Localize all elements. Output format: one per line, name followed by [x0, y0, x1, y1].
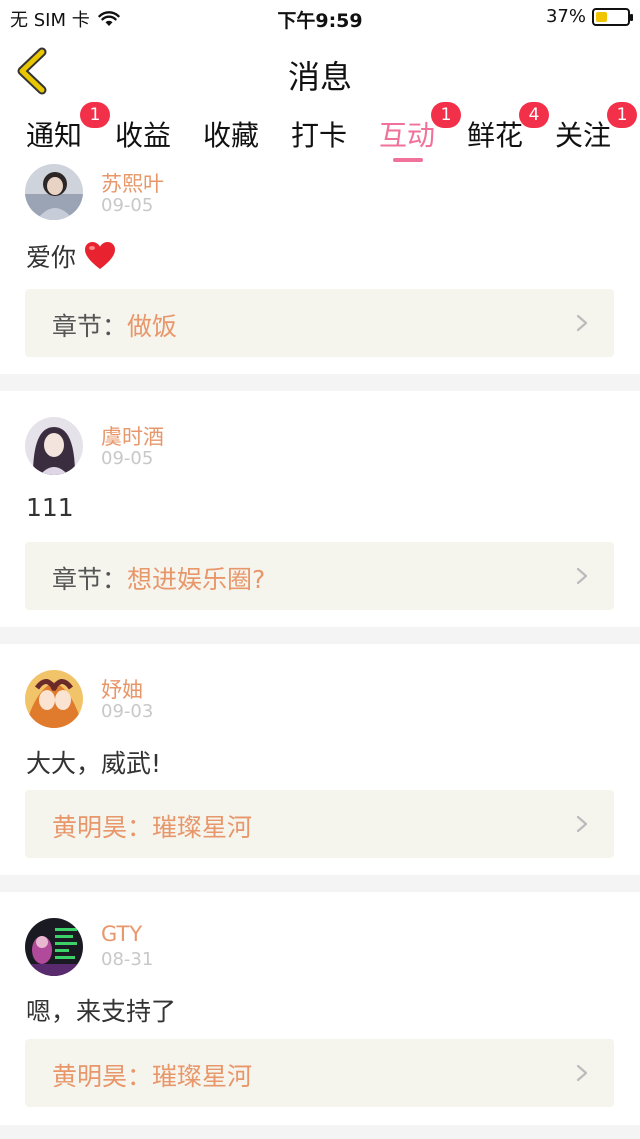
message-date: 09-05 [101, 195, 154, 216]
message-card: 苏熙叶 09-05 爱你 章节：做饭 [0, 164, 640, 374]
avatar[interactable] [25, 918, 83, 976]
message-date: 08-31 [101, 949, 154, 970]
message-body: 嗯，来支持了 [26, 997, 177, 1026]
message-card: GTY 08-31 嗯，来支持了 黄明昊：璀璨星河 [0, 892, 640, 1125]
message-body: 爱你 [26, 243, 77, 272]
ref-prefix: 章节： [52, 312, 128, 341]
message-card: 虞时酒 09-05 111 章节：想进娱乐圈? [0, 391, 640, 627]
message-text: 嗯，来支持了 [26, 992, 176, 1028]
ref-title: 想进娱乐圈? [127, 565, 266, 594]
ref-prefix: 黄明昊： [52, 1062, 153, 1091]
badge-count: 1 [431, 102, 461, 128]
message-text: 111 [26, 493, 74, 522]
tab-earnings[interactable]: 收益 [115, 114, 171, 154]
ref-title: 璀璨星河 [152, 813, 253, 842]
tab-label: 通知 [26, 119, 83, 152]
tab-label: 鲜花 [467, 119, 524, 152]
tab-checkin[interactable]: 打卡 [291, 114, 347, 154]
ref-text: 黄明昊：璀璨星河 [52, 1057, 252, 1093]
ref-text: 章节：想进娱乐圈? [52, 560, 265, 596]
tab-label: 打卡 [291, 119, 348, 152]
ref-title: 做饭 [127, 312, 178, 341]
tab-label: 关注 [555, 119, 612, 152]
active-tab-indicator [393, 158, 423, 162]
chevron-right-icon [576, 567, 588, 585]
ref-text: 黄明昊：璀璨星河 [52, 808, 252, 844]
back-button[interactable] [14, 46, 54, 96]
battery-icon [592, 7, 633, 26]
badge-count: 4 [519, 102, 549, 128]
chevron-left-icon [17, 47, 47, 95]
ref-prefix: 章节： [52, 565, 128, 594]
battery-percent: 37% [545, 6, 586, 27]
status-time: 下午9:59 [277, 10, 363, 32]
badge-count: 1 [607, 102, 637, 128]
chapter-link[interactable]: 章节：想进娱乐圈? [25, 542, 614, 610]
chapter-link[interactable]: 章节：做饭 [25, 289, 614, 357]
message-card: 妤妯 09-03 大大，威武! 黄明昊：璀璨星河 [0, 644, 640, 875]
tab-interactions[interactable]: 互动 1 [379, 102, 461, 162]
tab-label: 收益 [115, 119, 172, 152]
chevron-right-icon [576, 1064, 588, 1082]
avatar[interactable] [25, 670, 83, 728]
avatar[interactable] [25, 164, 83, 220]
message-text: 大大，威武! [26, 744, 161, 780]
battery-fill [596, 11, 608, 22]
message-date: 09-05 [101, 448, 154, 469]
avatar[interactable] [25, 417, 83, 475]
tab-bar: 通知 1 收益 收藏 打卡 互动 1 鲜花 4 关注 1 [0, 102, 640, 164]
ref-text: 章节：做饭 [52, 307, 177, 343]
message-text: 爱你 [26, 238, 116, 274]
user-name[interactable]: 妤妯 [101, 674, 143, 704]
badge-count: 1 [80, 102, 110, 128]
tab-flowers[interactable]: 鲜花 4 [467, 102, 549, 154]
heart-icon [85, 242, 116, 269]
user-name[interactable]: GTY [101, 922, 142, 946]
tab-label: 收藏 [203, 119, 260, 152]
page-title: 消息 [287, 58, 352, 96]
tab-follows[interactable]: 关注 1 [555, 102, 637, 154]
user-name[interactable]: 苏熙叶 [101, 168, 164, 198]
chapter-link[interactable]: 黄明昊：璀璨星河 [25, 790, 614, 858]
nav-bar: 消息 [0, 34, 640, 109]
message-date: 09-03 [101, 701, 154, 722]
tab-notifications[interactable]: 通知 1 [26, 102, 110, 154]
message-body: 大大，威武! [26, 749, 162, 778]
tab-favorites[interactable]: 收藏 [203, 114, 259, 154]
ref-title: 璀璨星河 [152, 1062, 253, 1091]
message-body: 111 [26, 493, 74, 522]
ref-prefix: 黄明昊： [52, 813, 153, 842]
chevron-right-icon [576, 314, 588, 332]
tab-label: 互动 [379, 119, 436, 152]
chevron-right-icon [576, 815, 588, 833]
user-name[interactable]: 虞时酒 [101, 421, 164, 451]
chapter-link[interactable]: 黄明昊：璀璨星河 [25, 1039, 614, 1107]
status-bar: 无 SIM 卡 下午9:59 37% [0, 0, 640, 34]
status-right: 37% [545, 6, 633, 27]
